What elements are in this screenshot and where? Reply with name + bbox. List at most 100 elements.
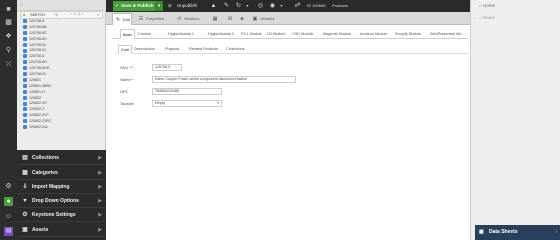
notifications-icon[interactable]: ✉ xyxy=(4,227,13,236)
nav-item-keystone-settings[interactable]: ⚙ Keystone Settings ▶ xyxy=(17,209,106,222)
unpublish-button[interactable]: ⊘ Unpublish xyxy=(166,1,206,11)
share-icon[interactable]: ☍ xyxy=(293,1,302,11)
settings-icon: ⚙ xyxy=(22,212,28,218)
tree-toolbar: ⌂ xyxy=(17,0,106,11)
info-icon[interactable]: ◉ xyxy=(268,1,277,11)
layout-tab[interactable]: Digital Assets 1 xyxy=(168,29,194,39)
nav-item-collections[interactable]: ▤ Collections ▶ xyxy=(17,152,106,165)
tree-item-label: 120801-4BRC xyxy=(29,83,52,88)
tree-item-label: 120708-8 xyxy=(29,54,45,59)
list-icon: ☰ xyxy=(138,16,144,22)
close-icon[interactable]: × xyxy=(97,12,99,17)
taxable-value: Empty xyxy=(155,101,166,105)
settings-icon[interactable]: ⚙ xyxy=(4,182,13,191)
section-tab[interactable]: Core xyxy=(118,45,133,54)
nav-item-label: Drop Down Options xyxy=(32,198,79,204)
check-icon: ✓ xyxy=(115,3,119,8)
home-label: Home xyxy=(482,3,495,8)
nav-item-categories[interactable]: ▦ Categories ▶ xyxy=(17,167,106,180)
home-icon: ⌂ xyxy=(479,3,482,8)
nav-item-assets[interactable]: ▣ Assets ▶ xyxy=(17,224,106,237)
layout-tab[interactable]: D2 Module xyxy=(267,29,285,39)
home-icon[interactable]: ⌂ xyxy=(20,2,23,8)
tree-item-label: 120802-2H xyxy=(29,101,47,106)
editor-tab-lock[interactable]: ☒ xyxy=(225,13,237,25)
editor-tab-label: Variants xyxy=(260,16,275,21)
import-icon: ⇩ xyxy=(22,184,28,190)
chart-icon[interactable]: ▩ xyxy=(4,18,13,27)
sku-input[interactable]: 120708-0 xyxy=(152,64,182,71)
categories-icon: ▦ xyxy=(22,170,28,176)
shuffle-icon[interactable]: ⤫ xyxy=(4,60,13,69)
tree-item-label: 120708-51 xyxy=(29,72,47,77)
user-icon[interactable]: ☺ xyxy=(4,212,13,221)
nav-item-import-mapping[interactable]: ⇩ Import Mapping ▶ xyxy=(17,181,106,194)
calendar-icon: ▦ xyxy=(212,16,218,22)
save-publish-label: Save & Publish xyxy=(121,3,154,8)
name-input[interactable]: Eaton Cooper Power series component disc… xyxy=(152,76,296,83)
chevron-right-icon: ▶ xyxy=(98,155,102,161)
home-tab-label: Home xyxy=(482,15,495,20)
tree-item[interactable]: 120802-811 xyxy=(23,125,103,131)
chevron-down-icon[interactable]: ▾ xyxy=(277,1,286,11)
layout-tab[interactable]: PC1 Module xyxy=(241,29,262,39)
chevron-right-icon: ▶ xyxy=(98,184,102,190)
upc-label: UPC xyxy=(120,89,129,94)
tree-search-input[interactable]: SWITCH xyxy=(30,13,45,17)
data-sheets-bar[interactable]: ▦ Data Sheets › xyxy=(475,225,560,240)
status-icon[interactable]: ● xyxy=(4,197,13,206)
layout-tab[interactable]: WebPresented Mo... xyxy=(430,29,465,39)
target-icon[interactable]: ◎ xyxy=(256,1,265,11)
search-icon[interactable]: ⚲ xyxy=(4,46,13,55)
product-icon xyxy=(23,66,27,71)
editor-tab-properties[interactable]: ☰ Properties xyxy=(136,13,170,25)
product-icon xyxy=(23,48,27,53)
nav-item-label: Collections xyxy=(32,155,59,161)
editor-toolbar: ✓ Save & Publish ▾ ⊘ Unpublish ▲ ✎ ↻ ▾ ◎… xyxy=(106,0,470,12)
puzzle-icon[interactable]: ❖ xyxy=(4,32,13,41)
tree-item-label: 120708-8H xyxy=(29,60,47,65)
reload-icon[interactable]: ↻ xyxy=(234,1,243,11)
chevron-right-icon: ▶ xyxy=(98,170,102,176)
editor-tab-variants[interactable]: ▣ Variants xyxy=(250,13,280,25)
collapse-icon[interactable]: › xyxy=(555,225,557,240)
home-link[interactable]: ⌂ Home xyxy=(479,1,495,11)
section-tab[interactable]: Physical xyxy=(165,45,179,54)
editor-tab-label: Edit xyxy=(123,17,130,22)
pagination-controls[interactable]: ‹ 1 / 1 › xyxy=(71,12,83,16)
layout-tab[interactable]: Magento Module xyxy=(323,29,351,39)
search-icon[interactable]: ⚲ xyxy=(55,12,58,17)
section-tab[interactable]: Descriptions xyxy=(134,45,155,54)
chevron-down-icon[interactable]: ▾ xyxy=(243,1,252,11)
editor-tab-edit[interactable]: ✎ Edit xyxy=(112,13,132,25)
data-sheets-label: Data Sheets xyxy=(489,229,518,235)
history-icon: ↺ xyxy=(176,16,182,22)
right-panel: ⌂ Home ⌂ Home ▦ Data Sheets › xyxy=(470,0,560,240)
section-tab[interactable]: Collections xyxy=(226,45,245,54)
home-icon: ⌂ xyxy=(479,15,482,20)
editor-tab-versions[interactable]: ↺ Versions xyxy=(174,13,206,25)
editor-tab-calendar[interactable]: ▦ xyxy=(210,13,222,25)
upc-input[interactable]: 784500220485 xyxy=(152,88,222,95)
layout-tab[interactable]: Amazon Module xyxy=(360,29,387,39)
home-tab[interactable]: ⌂ Home xyxy=(479,13,495,23)
delete-icon[interactable]: ▲ xyxy=(209,1,218,11)
dropdown-icon: ▾ xyxy=(23,198,27,204)
layout-tab[interactable]: Shopify Module xyxy=(395,29,421,39)
nav-item-drop-down-options[interactable]: ▾ Drop Down Options ▶ xyxy=(17,195,106,208)
tree-item-label: 120708-6H xyxy=(29,36,47,41)
layout-tab[interactable]: CSD Module xyxy=(292,29,314,39)
rename-icon[interactable]: ✎ xyxy=(222,1,231,11)
name-label: Name * xyxy=(120,77,134,82)
product-icon xyxy=(23,107,27,112)
layout-tab[interactable]: Digital Assets 2 xyxy=(208,29,234,39)
editor-tab-tag[interactable]: ◈ xyxy=(237,13,249,25)
taxable-select[interactable]: Empty ▾ xyxy=(152,100,222,107)
section-tab[interactable]: Related Products xyxy=(189,45,218,54)
save-dropdown-button[interactable]: ▾ xyxy=(155,1,163,11)
layout-tab[interactable]: Basic xyxy=(120,29,136,39)
save-publish-button[interactable]: ✓ Save & Publish ▾ xyxy=(113,1,163,11)
chevron-right-icon: ▶ xyxy=(98,227,102,233)
layout-tabs: Basic Custom Digital Assets 1 Digital Asset… xyxy=(112,29,468,39)
layout-tab[interactable]: Custom xyxy=(138,29,151,39)
